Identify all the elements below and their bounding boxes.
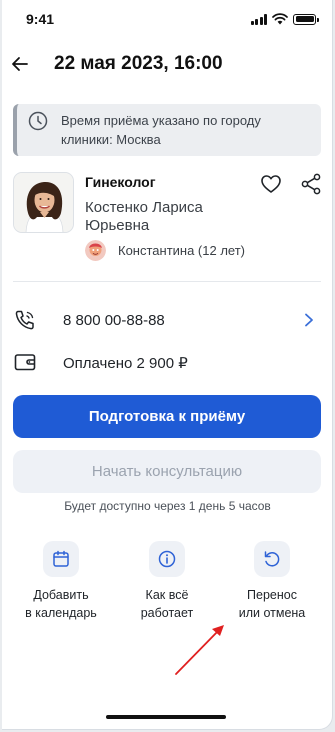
appointment-screen: 9:41 22 мая 2023, 16:00 Время приёма ука… [2,0,333,730]
doctor-card: Гинеколог Костенко Лариса Юрьевна Конста… [13,172,327,268]
home-indicator[interactable] [106,715,226,719]
doctor-specialty: Гинеколог [85,174,156,190]
doctor-avatar[interactable] [13,172,74,233]
status-bar: 9:41 [2,0,332,40]
doctor-photo [14,173,73,232]
action-label-line1: Как всё [145,588,189,602]
back-button[interactable] [6,50,34,78]
action-label-line2: в календарь [25,606,97,620]
header: 22 мая 2023, 16:00 [2,46,332,82]
add-to-calendar-action[interactable]: Добавить в календарь [6,541,116,622]
notice-text: Время приёма указано по городу клиники: … [61,113,261,147]
share-button[interactable] [299,172,323,196]
start-consultation-button[interactable]: Начать консультацию [13,450,321,493]
favorite-button[interactable] [259,172,283,196]
phone-number: 8 800 00-88-88 [63,312,165,329]
battery-icon [293,13,319,25]
share-icon [301,173,321,195]
payment-row: Оплачено 2 900 ₽ [13,347,321,377]
clock-icon [28,111,48,131]
info-icon [158,550,176,568]
prepare-button[interactable]: Подготовка к приёму [13,395,321,438]
patient-info: Константина (12 лет) [85,240,245,261]
patient-avatar [85,240,106,261]
action-label-line1: Добавить [33,588,89,602]
wifi-icon [272,13,288,25]
availability-note: Будет доступно через 1 день 5 часов [64,499,271,513]
signal-icon [250,13,267,25]
status-time: 9:41 [26,11,55,27]
patient-name: Константина (12 лет) [118,243,246,258]
arrow-left-icon [12,57,28,71]
chevron-right-icon [305,313,313,327]
action-label-line2: или отмена [238,606,306,620]
timezone-notice: Время приёма указано по городу клиники: … [13,104,321,156]
reschedule-icon [264,551,280,567]
payment-status: Оплачено 2 900 ₽ [63,355,188,372]
page-title: 22 мая 2023, 16:00 [54,53,223,74]
calendar-icon [53,550,69,567]
doctor-name[interactable]: Костенко Лариса Юрьевна [85,199,245,235]
status-icons [250,13,319,25]
phone-row[interactable]: 8 800 00-88-88 [13,305,321,335]
wallet-icon [14,354,36,371]
action-label-line1: Перенос [247,588,297,602]
heart-icon [261,175,281,193]
divider [13,281,321,282]
annotation-arrow-icon [175,625,224,675]
phone-icon [15,310,34,330]
